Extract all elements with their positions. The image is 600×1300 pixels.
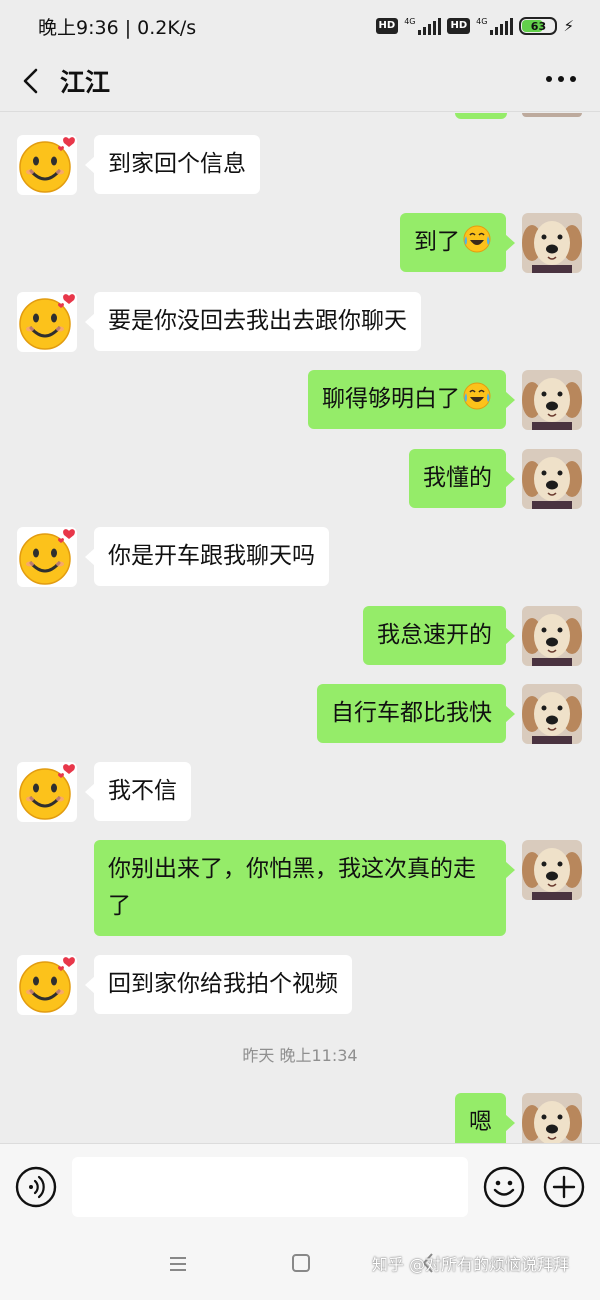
message-timestamp: 昨天 晚上11:34: [242, 1046, 358, 1065]
contact-avatar[interactable]: [17, 135, 77, 195]
message-input[interactable]: [72, 1157, 468, 1217]
my-avatar[interactable]: [522, 1093, 582, 1143]
my-avatar[interactable]: [522, 449, 582, 509]
status-indicators: HD 4G HD 4G 63 ⚡: [375, 14, 574, 38]
message-text: 要是你没回去我出去跟你聊天: [108, 308, 407, 334]
emoji-icon[interactable]: [483, 1166, 525, 1208]
my-avatar[interactable]: [522, 370, 582, 430]
watermark: 知乎 @对所有的烦恼说拜拜: [372, 1255, 570, 1274]
battery-icon: 63: [519, 17, 558, 35]
home-icon[interactable]: [292, 1254, 310, 1272]
crying-laughing-emoji: [463, 225, 491, 253]
contact-avatar[interactable]: [17, 527, 77, 587]
back-arrow-icon[interactable]: [18, 66, 44, 96]
my-avatar[interactable]: [522, 606, 582, 666]
system-navigation-bar: 知乎 @对所有的烦恼说拜拜: [0, 1229, 600, 1300]
message-text: 我不信: [108, 778, 177, 804]
voice-icon[interactable]: [15, 1166, 57, 1208]
sent-message-bubble[interactable]: 我懂的: [409, 449, 515, 508]
signal-icon: 4G: [404, 17, 442, 35]
message-text: 自行车都比我快: [331, 700, 492, 726]
sent-message-bubble[interactable]: 嗯: [455, 1093, 515, 1143]
plus-icon[interactable]: [543, 1166, 585, 1208]
partial-message-bubble: [455, 113, 507, 119]
status-time: 晚上9:36 | 0.2K/s: [38, 17, 197, 39]
sent-message-bubble[interactable]: 到了: [400, 213, 515, 272]
chat-history[interactable]: 到家回个信息 到了 要是你没回去我出去跟你聊天 聊得够明白了 我懂的 你是开车跟我聊天吗我…: [0, 113, 600, 1143]
received-message-bubble[interactable]: 回到家你给我拍个视频: [85, 955, 352, 1014]
chat-title: 江江: [60, 68, 111, 97]
message-text: 你是开车跟我聊天吗: [108, 543, 315, 569]
message-text: 回到家你给我拍个视频: [108, 971, 338, 997]
partial-avatar: [522, 113, 582, 117]
my-avatar[interactable]: [522, 840, 582, 900]
sent-message-bubble[interactable]: 你别出来了，你怕黑，我这次真的走了: [94, 840, 515, 936]
chat-header: 江江: [0, 52, 600, 112]
my-avatar[interactable]: [522, 213, 582, 273]
received-message-bubble[interactable]: 我不信: [85, 762, 191, 821]
sent-message-bubble[interactable]: 自行车都比我快: [317, 684, 515, 743]
hd-badge: HD: [375, 18, 399, 34]
hd-badge-2: HD: [447, 18, 471, 34]
more-options-icon[interactable]: [546, 76, 576, 82]
signal-icon-2: 4G: [476, 17, 514, 35]
message-text: 嗯: [469, 1109, 492, 1135]
input-bar: [0, 1143, 600, 1229]
message-text: 到家回个信息: [108, 151, 246, 177]
received-message-bubble[interactable]: 你是开车跟我聊天吗: [85, 527, 329, 586]
message-text: 我怠速开的: [377, 622, 492, 648]
contact-avatar[interactable]: [17, 955, 77, 1015]
message-text: 到了: [414, 229, 460, 255]
received-message-bubble[interactable]: 到家回个信息: [85, 135, 260, 194]
message-text: 聊得够明白了: [322, 386, 460, 412]
recent-apps-icon[interactable]: [168, 1255, 188, 1273]
my-avatar[interactable]: [522, 684, 582, 744]
charging-icon: ⚡: [563, 17, 574, 35]
status-bar: 晚上9:36 | 0.2K/s HD 4G HD 4G 63 ⚡: [0, 0, 600, 52]
contact-avatar[interactable]: [17, 762, 77, 822]
message-text: 你别出来了，你怕黑，我这次真的走了: [108, 856, 476, 919]
crying-laughing-emoji: [463, 382, 491, 410]
sent-message-bubble[interactable]: 聊得够明白了: [308, 370, 515, 429]
message-text: 我懂的: [423, 465, 492, 491]
received-message-bubble[interactable]: 要是你没回去我出去跟你聊天: [85, 292, 421, 351]
contact-avatar[interactable]: [17, 292, 77, 352]
sent-message-bubble[interactable]: 我怠速开的: [363, 606, 515, 665]
